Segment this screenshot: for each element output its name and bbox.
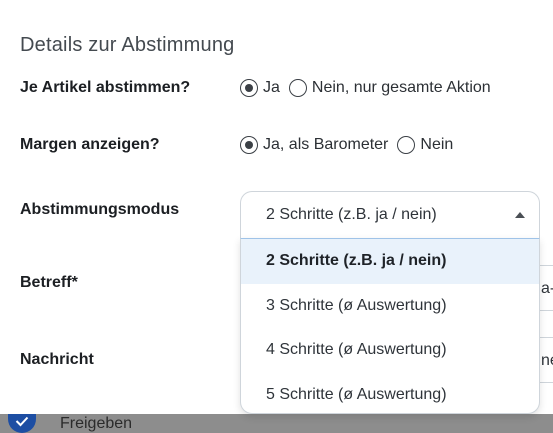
radio-checked-icon[interactable] bbox=[240, 79, 258, 97]
show-margins-barometer-option[interactable]: Ja, als Barometer bbox=[240, 136, 388, 154]
release-toggle[interactable] bbox=[8, 414, 36, 433]
per-item-vote-label: Je Artikel abstimmen? bbox=[20, 79, 191, 96]
per-item-vote-yes-label: Ja bbox=[263, 79, 280, 96]
voting-mode-select[interactable]: 2 Schritte (z.B. ja / nein) bbox=[240, 191, 540, 239]
voting-mode-option-5-steps[interactable]: 5 Schritte (ø Auswertung) bbox=[241, 373, 539, 414]
voting-mode-dropdown: 2 Schritte (z.B. ja / nein) 3 Schritte (… bbox=[240, 238, 540, 414]
section-title: Details zur Abstimmung bbox=[20, 34, 235, 56]
subject-input-value: a- bbox=[541, 280, 553, 297]
subject-label: Betreff* bbox=[20, 274, 78, 291]
message-input-value: ne bbox=[541, 352, 553, 369]
footer-bar: Freigeben bbox=[0, 414, 553, 433]
voting-mode-label: Abstimmungsmodus bbox=[20, 201, 180, 218]
check-icon bbox=[15, 416, 29, 427]
show-margins-no-label: Nein bbox=[420, 136, 454, 153]
show-margins-no-option[interactable]: Nein bbox=[397, 136, 453, 154]
show-margins-barometer-label: Ja, als Barometer bbox=[263, 136, 389, 153]
show-margins-radio-group: Ja, als Barometer Nein bbox=[240, 136, 462, 154]
chevron-up-icon[interactable] bbox=[515, 212, 525, 218]
release-label: Freigeben bbox=[60, 415, 133, 432]
per-item-vote-no-label: Nein, nur gesamte Aktion bbox=[311, 79, 491, 96]
per-item-vote-radio-group: Ja Nein, nur gesamte Aktion bbox=[240, 79, 500, 97]
voting-mode-select-value: 2 Schritte (z.B. ja / nein) bbox=[266, 206, 437, 223]
voting-mode-option-3-steps[interactable]: 3 Schritte (ø Auswertung) bbox=[241, 284, 539, 329]
voting-details-panel: Details zur Abstimmung Je Artikel abstim… bbox=[0, 0, 553, 414]
radio-unchecked-icon[interactable] bbox=[288, 79, 307, 97]
show-margins-label: Margen anzeigen? bbox=[20, 136, 160, 153]
voting-mode-option-2-steps[interactable]: 2 Schritte (z.B. ja / nein) bbox=[241, 239, 539, 284]
message-label: Nachricht bbox=[20, 351, 94, 368]
per-item-vote-yes-option[interactable]: Ja bbox=[240, 79, 280, 97]
voting-mode-option-4-steps[interactable]: 4 Schritte (ø Auswertung) bbox=[241, 328, 539, 373]
per-item-vote-no-option[interactable]: Nein, nur gesamte Aktion bbox=[288, 79, 491, 97]
radio-unchecked-icon[interactable] bbox=[397, 136, 416, 154]
radio-checked-icon[interactable] bbox=[240, 136, 258, 154]
